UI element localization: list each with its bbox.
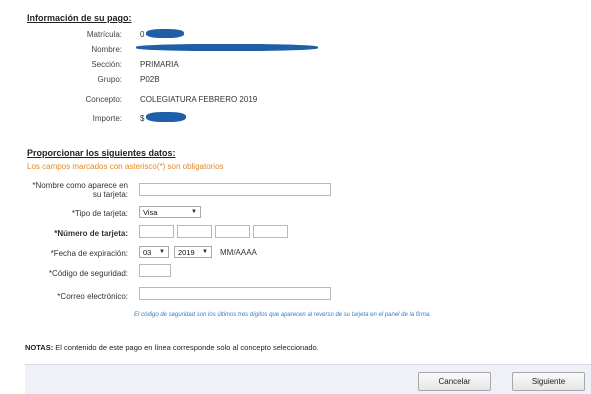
concepto-value: COLEGIATURA FEBRERO 2019 (140, 95, 258, 104)
notes: NOTAS: El contenido de este pago en líne… (25, 343, 319, 352)
cancel-button[interactable]: Cancelar (418, 372, 491, 391)
matricula-value: 0 (140, 30, 145, 39)
card-number-input-2[interactable] (177, 225, 212, 238)
exp-month-select[interactable]: 03 ▼ (139, 246, 169, 258)
importe-redaction (146, 112, 186, 122)
exp-month-value: 03 (143, 247, 152, 257)
card-number-label: *Número de tarjeta: (54, 229, 128, 238)
expiration-label: *Fecha de expiración: (50, 249, 128, 258)
grupo-value: P02B (140, 75, 160, 84)
next-button[interactable]: Siguiente (512, 372, 585, 391)
form-title: Proporcionar los siguientes datos: (27, 148, 176, 158)
security-code-label: *Código de seguridad: (48, 269, 128, 278)
chevron-down-icon: ▼ (202, 249, 208, 255)
cardholder-name-input[interactable] (139, 183, 331, 196)
seccion-label: Sección: (91, 60, 122, 69)
notes-label: NOTAS: (25, 343, 54, 352)
card-type-label: *Tipo de tarjeta: (71, 209, 128, 218)
card-number-input-4[interactable] (253, 225, 288, 238)
payment-info-title: Información de su pago: (27, 13, 132, 23)
nombre-redaction (136, 44, 318, 51)
card-type-select[interactable]: Visa ▼ (139, 206, 201, 218)
card-number-input-3[interactable] (215, 225, 250, 238)
matricula-redaction (146, 29, 184, 38)
security-code-input[interactable] (139, 264, 171, 277)
seccion-value: PRIMARIA (140, 60, 179, 69)
importe-value: $ (140, 114, 145, 123)
footer-bar (25, 364, 591, 394)
notes-text: El contenido de este pago en línea corre… (55, 343, 319, 352)
concepto-label: Concepto: (85, 95, 122, 104)
security-code-hint: El código de seguridad son los últimos t… (134, 312, 431, 318)
exp-year-select[interactable]: 2019 ▼ (174, 246, 212, 258)
nombre-label: Nombre: (91, 45, 122, 54)
importe-label: Importe: (92, 114, 122, 123)
required-note: Los campos marcados con asterisco(*) son… (27, 162, 224, 171)
cardholder-name-label: *Nombre como aparece en su tarjeta: (32, 181, 128, 199)
matricula-label: Matrícula: (86, 30, 122, 39)
exp-format-hint: MM/AAAA (220, 248, 257, 257)
email-input[interactable] (139, 287, 331, 300)
exp-year-value: 2019 (178, 247, 195, 257)
chevron-down-icon: ▼ (191, 209, 197, 215)
email-label: *Correo electrónico: (57, 292, 128, 301)
card-type-value: Visa (143, 207, 158, 217)
grupo-label: Grupo: (97, 75, 122, 84)
card-number-input-1[interactable] (139, 225, 174, 238)
chevron-down-icon: ▼ (159, 249, 165, 255)
